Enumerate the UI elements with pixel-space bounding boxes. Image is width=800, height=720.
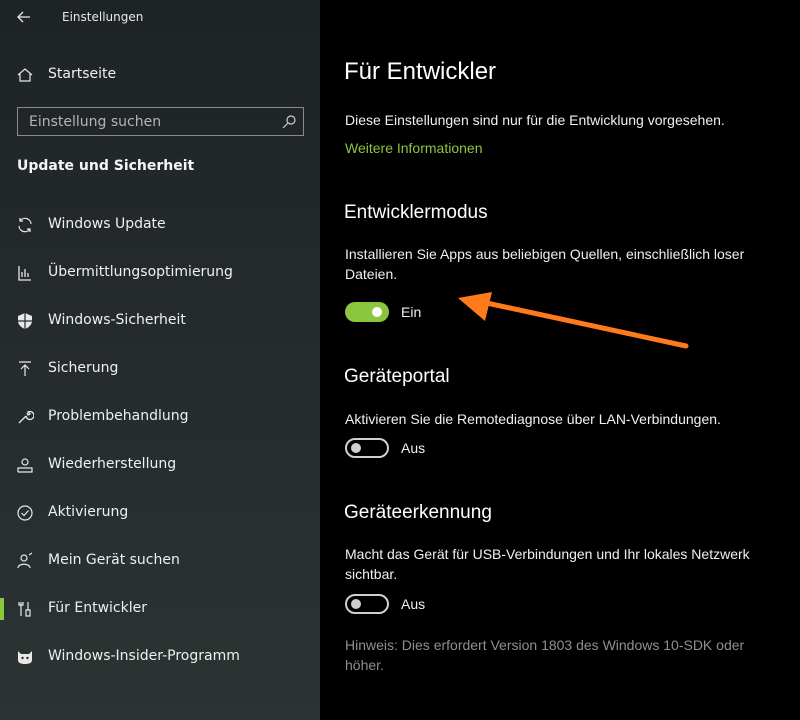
search-placeholder: Einstellung suchen: [29, 114, 162, 130]
main-content: Für Entwickler Diese Einstellungen sind …: [320, 0, 800, 720]
back-arrow-icon: [17, 11, 30, 23]
intro-text: Diese Einstellungen sind nur für die Ent…: [345, 112, 725, 128]
device-discovery-description-line1: Macht das Gerät für USB-Verbindungen und…: [345, 546, 750, 562]
toggle-knob: [372, 307, 382, 317]
search-input[interactable]: Einstellung suchen: [17, 107, 304, 136]
developer-mode-heading: Entwicklermodus: [344, 202, 488, 223]
device-portal-heading: Geräteportal: [344, 366, 450, 387]
sidebar-item-label: Wiederherstellung: [48, 456, 177, 472]
back-button[interactable]: [10, 5, 38, 29]
sidebar-item-label: Für Entwickler: [48, 600, 147, 616]
developer-mode-toggle[interactable]: [345, 302, 389, 322]
sidebar-item-label: Windows-Insider-Programm: [48, 648, 240, 664]
check-circle-icon: [17, 505, 33, 521]
recovery-icon: [17, 458, 33, 473]
device-portal-toggle-state: Aus: [401, 440, 426, 456]
sidebar-item-find-my-device[interactable]: Mein Gerät suchen: [0, 541, 320, 581]
toggle-knob: [351, 599, 361, 609]
developer-mode-description-line1: Installieren Sie Apps aus beliebigen Que…: [345, 246, 745, 262]
title-bar: Einstellungen: [0, 0, 320, 34]
upload-icon: [19, 361, 31, 376]
app-title: Einstellungen: [62, 10, 144, 24]
person-locate-icon: [17, 552, 33, 569]
sdk-hint-line2: höher.: [345, 657, 384, 673]
section-title: Update und Sicherheit: [17, 158, 195, 174]
sidebar-item-label: Aktivierung: [48, 504, 129, 520]
sidebar-item-troubleshoot[interactable]: Problembehandlung: [0, 397, 320, 437]
sidebar-item-label: Übermittlungsoptimierung: [48, 264, 233, 280]
device-discovery-toggle[interactable]: [345, 594, 389, 614]
device-discovery-description-line2: sichtbar.: [345, 566, 398, 582]
delivery-icon: [18, 266, 31, 281]
sidebar-item-delivery-optimization[interactable]: Übermittlungsoptimierung: [0, 253, 320, 293]
wrench-icon: [18, 410, 34, 424]
sidebar-item-label: Sicherung: [48, 360, 119, 376]
search-icon: [282, 115, 296, 129]
home-icon: [17, 68, 33, 82]
sidebar-item-for-developers[interactable]: Für Entwickler: [0, 589, 320, 629]
sidebar-item-backup[interactable]: Sicherung: [0, 349, 320, 389]
sidebar-item-windows-security[interactable]: Windows-Sicherheit: [0, 301, 320, 341]
device-portal-description: Aktivieren Sie die Remotediagnose über L…: [345, 411, 721, 427]
developer-tools-icon: [18, 602, 31, 617]
device-portal-toggle[interactable]: [345, 438, 389, 458]
sidebar-item-activation[interactable]: Aktivierung: [0, 493, 320, 533]
sidebar-item-label: Mein Gerät suchen: [48, 552, 180, 568]
developer-mode-toggle-state: Ein: [401, 304, 422, 320]
sidebar-item-label: Startseite: [48, 66, 117, 82]
sidebar-item-windows-update[interactable]: Windows Update: [0, 205, 320, 245]
refresh-icon: [18, 217, 32, 233]
more-info-link[interactable]: Weitere Informationen: [345, 140, 482, 156]
device-discovery-heading: Geräteerkennung: [344, 502, 492, 523]
sidebar-item-home[interactable]: Startseite: [0, 58, 320, 92]
sidebar-item-label: Windows Update: [48, 216, 166, 232]
toggle-knob: [351, 443, 361, 453]
sidebar-item-recovery[interactable]: Wiederherstellung: [0, 445, 320, 485]
sidebar: Einstellungen Startseite Einstellung suc…: [0, 0, 320, 720]
shield-icon: [18, 313, 32, 329]
insider-cat-icon: [18, 651, 32, 664]
sdk-hint-line1: Hinweis: Dies erfordert Version 1803 des…: [345, 637, 745, 653]
page-title: Für Entwickler: [344, 58, 497, 85]
sidebar-item-label: Windows-Sicherheit: [48, 312, 186, 328]
device-discovery-toggle-state: Aus: [401, 596, 426, 612]
sidebar-item-label: Problembehandlung: [48, 408, 189, 424]
sidebar-item-windows-insider[interactable]: Windows-Insider-Programm: [0, 637, 320, 677]
developer-mode-description-line2: Dateien.: [345, 266, 398, 282]
selection-indicator: [0, 598, 4, 620]
